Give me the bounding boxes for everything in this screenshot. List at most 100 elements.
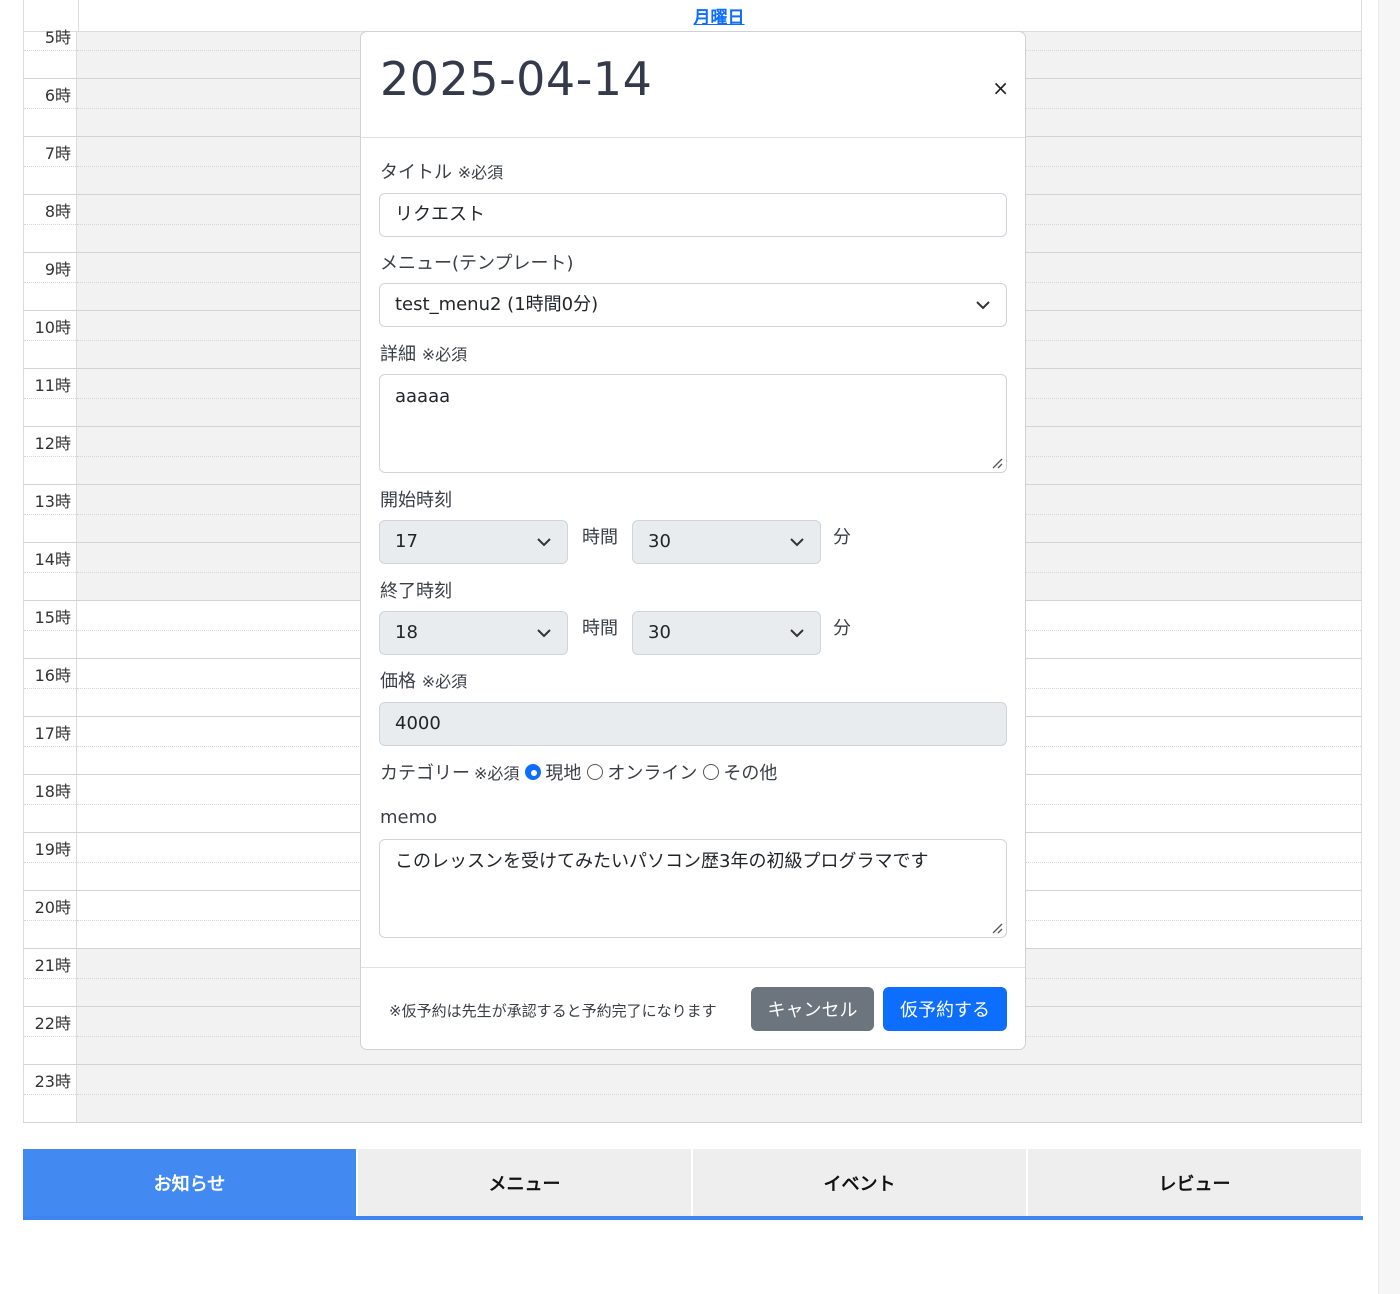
time-cell: 14時 <box>23 543 77 601</box>
half-hour-divider <box>24 398 76 399</box>
start-minute-select[interactable]: 30 <box>632 520 821 564</box>
chevron-down-icon <box>790 629 804 638</box>
tab-events[interactable]: イベント <box>693 1149 1026 1216</box>
category-radio-group: カテゴリー ※必須 現地 オンライン その他 <box>380 759 777 785</box>
memo-textarea[interactable]: このレッスンを受けてみたいパソコン歴3年の初級プログラマです <box>379 839 1007 938</box>
price-input: 4000 <box>379 702 1007 746</box>
half-hour-divider <box>24 572 76 573</box>
page-scrollbar[interactable] <box>1378 0 1400 1294</box>
radio-other-label[interactable]: その他 <box>723 759 777 785</box>
half-hour-divider <box>24 920 76 921</box>
radio-onsite-label[interactable]: 現地 <box>545 759 581 785</box>
start-time-label: 開始時刻 <box>380 490 452 511</box>
half-hour-divider <box>24 1036 76 1037</box>
calendar-header-row: 月曜日 <box>23 0 1362 32</box>
cancel-button[interactable]: キャンセル <box>751 987 874 1031</box>
hour-label: 12時 <box>34 434 71 453</box>
menu-select[interactable]: test_menu2 (1時間0分) <box>379 283 1007 327</box>
price-label-text: 価格 <box>380 671 416 692</box>
half-hour-divider <box>24 1094 76 1095</box>
half-hour-divider <box>24 166 76 167</box>
tab-news[interactable]: お知らせ <box>23 1149 356 1216</box>
half-hour-divider <box>24 282 76 283</box>
end-minute-select[interactable]: 30 <box>632 611 821 655</box>
time-slot[interactable] <box>77 1065 1362 1123</box>
menu-field-label: メニュー(テンプレート) <box>380 253 574 274</box>
price-field-label: 価格 ※必須 <box>380 667 467 693</box>
time-cell: 20時 <box>23 891 77 949</box>
chevron-down-icon <box>537 538 551 547</box>
tab-reviews[interactable]: レビュー <box>1028 1149 1361 1216</box>
title-label-text: タイトル <box>380 162 452 183</box>
time-cell: 8時 <box>23 195 77 253</box>
time-cell: 15時 <box>23 601 77 659</box>
end-hour-select[interactable]: 18 <box>379 611 568 655</box>
time-cell: 23時 <box>23 1065 77 1123</box>
time-cell: 10時 <box>23 311 77 369</box>
radio-onsite[interactable] <box>525 764 542 780</box>
time-cell: 21時 <box>23 949 77 1007</box>
time-cell: 17時 <box>23 717 77 775</box>
start-minute-unit: 分 <box>833 527 851 548</box>
time-cell: 13時 <box>23 485 77 543</box>
close-icon[interactable]: × <box>992 76 1009 100</box>
category-label-text: カテゴリー <box>380 763 470 784</box>
start-hour-value: 17 <box>395 531 418 552</box>
title-input[interactable]: リクエスト <box>379 193 1007 237</box>
end-hour-value: 18 <box>395 622 418 643</box>
half-hour-divider <box>24 688 76 689</box>
half-hour-divider <box>24 514 76 515</box>
half-hour-divider <box>24 746 76 747</box>
chevron-down-icon <box>976 301 990 310</box>
memo-field-label: memo <box>380 807 438 828</box>
required-mark: ※必須 <box>474 764 520 783</box>
hour-label: 11時 <box>34 376 71 395</box>
hour-label: 20時 <box>34 898 71 917</box>
time-cell: 9時 <box>23 253 77 311</box>
required-mark: ※必須 <box>421 345 468 364</box>
hour-label: 16時 <box>34 666 71 685</box>
hour-label: 19時 <box>34 840 71 859</box>
tab-menu[interactable]: メニュー <box>358 1149 691 1216</box>
half-hour-divider <box>24 50 76 51</box>
hour-label: 21時 <box>34 956 71 975</box>
start-hour-unit: 時間 <box>582 527 618 548</box>
radio-other[interactable] <box>703 764 720 780</box>
radio-online[interactable] <box>587 764 604 780</box>
resize-grip-icon[interactable] <box>989 455 1003 469</box>
memo-text: このレッスンを受けてみたいパソコン歴3年の初級プログラマです <box>395 851 929 872</box>
modal-title: 2025-04-14 <box>380 52 653 106</box>
half-hour-divider <box>24 630 76 631</box>
end-time-label: 終了時刻 <box>380 581 452 602</box>
half-hour-divider <box>77 1094 1361 1095</box>
detail-label-text: 詳細 <box>380 344 416 365</box>
title-field-label: タイトル ※必須 <box>380 158 503 184</box>
radio-online-label[interactable]: オンライン <box>607 759 697 785</box>
time-cell: 7時 <box>23 137 77 195</box>
hour-label: 23時 <box>34 1072 71 1091</box>
start-minute-value: 30 <box>648 531 671 552</box>
hour-label: 18時 <box>34 782 71 801</box>
hour-label: 7時 <box>44 144 71 163</box>
hour-label: 5時 <box>44 28 71 47</box>
time-cell: 19時 <box>23 833 77 891</box>
detail-textarea[interactable]: aaaaa <box>379 374 1007 473</box>
resize-grip-icon[interactable] <box>989 920 1003 934</box>
hour-label: 8時 <box>44 202 71 221</box>
chevron-down-icon <box>537 629 551 638</box>
hour-label: 13時 <box>34 492 71 511</box>
end-minute-value: 30 <box>648 622 671 643</box>
day-header-cell: 月曜日 <box>77 0 1362 31</box>
hour-label: 10時 <box>34 318 71 337</box>
modal-header: 2025-04-14 × <box>361 32 1025 138</box>
time-cell: 5時 <box>23 28 77 79</box>
day-header-link[interactable]: 月曜日 <box>694 3 745 28</box>
tentative-reserve-button[interactable]: 仮予約する <box>883 987 1007 1031</box>
hour-label: 22時 <box>34 1014 71 1033</box>
hour-label: 9時 <box>44 260 71 279</box>
reservation-modal: 2025-04-14 × タイトル ※必須 リクエスト メニュー(テンプレート)… <box>360 31 1026 1050</box>
modal-footer: ※仮予約は先生が承認すると予約完了になります キャンセル 仮予約する <box>361 967 1025 1051</box>
start-hour-select[interactable]: 17 <box>379 520 568 564</box>
half-hour-divider <box>24 862 76 863</box>
half-hour-divider <box>24 340 76 341</box>
